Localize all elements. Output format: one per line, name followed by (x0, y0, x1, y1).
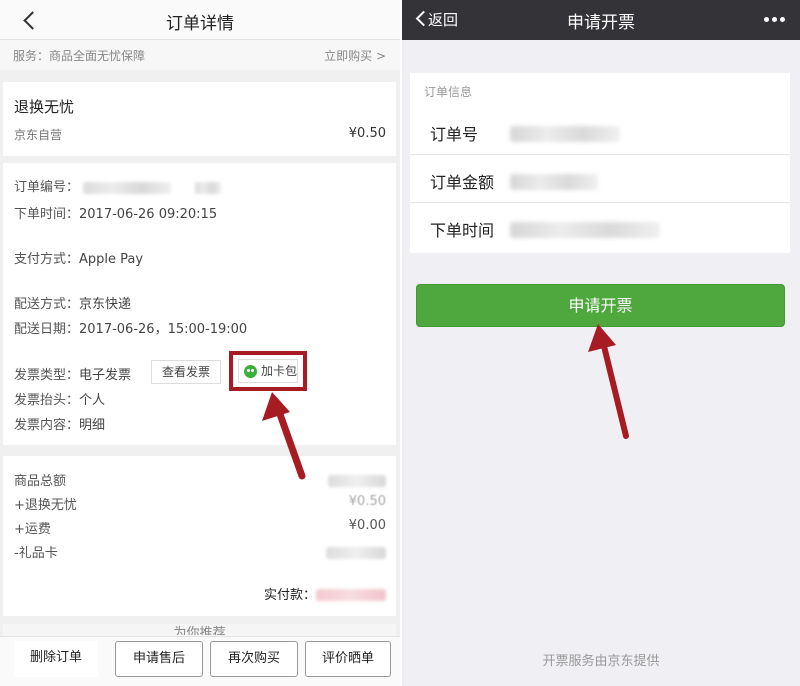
invoice-content-label: 发票内容： (14, 418, 80, 433)
bottom-action-bar: 删除订单 申请售后 再次购买 评价晒单 (0, 636, 400, 686)
order-amount-label: 订单金额 (430, 173, 495, 192)
shipping-fee-value: ¥0.00 (348, 518, 386, 533)
order-time-label: 下单时间 (430, 221, 495, 240)
order-number-redacted (83, 181, 172, 194)
order-number-redacted-2 (195, 181, 222, 194)
shipping-method-value: 京东快递 (79, 297, 132, 312)
invoice-content-row: 发票内容：明细 (14, 414, 105, 433)
order-time-row: 下单时间：2017-06-26 09:20:15 (14, 203, 217, 222)
order-number-row: 订单编号： (14, 176, 222, 195)
product-name: 退换无忧 (14, 98, 75, 116)
service-label: 服务：商品全面无忧保障 (13, 49, 146, 63)
shipping-date-label: 配送日期： (14, 322, 80, 337)
section-label: 订单信息 (424, 85, 473, 99)
invoice-title-row: 发票抬头：个人 (14, 389, 105, 408)
gift-card-redacted (326, 547, 386, 559)
invoice-type-row: 发票类型：电子发票 (14, 364, 131, 383)
invoice-content-value: 明细 (79, 418, 106, 433)
add-to-card-wallet-label: 加卡包 (261, 364, 298, 378)
shipping-date-row: 配送日期：2017-06-26，15:00-19:00 (14, 318, 247, 337)
order-time-label: 下单时间： (14, 207, 80, 222)
order-detail-screen: 订单详情 服务：商品全面无忧保障 立即购买 > 退换无忧 京东自营 ¥0.50 … (0, 0, 400, 686)
provider-note: 开票服务由京东提供 (542, 654, 660, 669)
page-title: 申请开票 (567, 13, 635, 33)
product-price: ¥0.50 (348, 126, 386, 141)
paid-amount-label: 实付款： (263, 588, 316, 603)
return-service-label: +退换无忧 (14, 498, 77, 513)
recommend-strip: 为你推荐 (3, 624, 396, 636)
gift-card-label: -礼品卡 (14, 546, 58, 561)
order-number-label: 订单编号： (14, 180, 80, 195)
nav-bar: 订单详情 (0, 0, 400, 40)
invoice-type-label: 发票类型： (14, 368, 80, 383)
order-number-label: 订单号 (430, 125, 479, 144)
delete-order-button[interactable]: 删除订单 (14, 641, 98, 677)
review-button[interactable]: 评价晒单 (305, 641, 391, 677)
payment-label: 支付方式： (14, 252, 80, 267)
page-title: 订单详情 (166, 14, 234, 34)
order-amount-row: 订单金额 (410, 156, 790, 203)
order-time-value: 2017-06-26 09:20:15 (79, 207, 218, 222)
order-amount-redacted (510, 174, 598, 190)
buy-now-link[interactable]: 立即购买 > (324, 47, 386, 64)
order-number-redacted (510, 126, 620, 142)
view-invoice-button[interactable]: 查看发票 (151, 360, 221, 384)
recommend-title: 为你推荐 (173, 626, 226, 635)
apply-invoice-button[interactable]: 申请开票 (416, 284, 785, 327)
payment-value: Apple Pay (79, 252, 144, 267)
service-bar: 服务：商品全面无忧保障 立即购买 > (0, 40, 400, 70)
add-to-card-wallet-button[interactable]: 加卡包 (238, 359, 298, 383)
payment-row: 支付方式：Apple Pay (14, 248, 143, 267)
rebuy-button[interactable]: 再次购买 (210, 641, 298, 677)
order-info-card: 订单信息 订单号 订单金额 下单时间 (410, 73, 790, 253)
invoice-title-value: 个人 (79, 393, 106, 408)
shop-name: 京东自营 (14, 128, 63, 142)
paid-amount-redacted (316, 589, 386, 601)
product-card[interactable]: 退换无忧 京东自营 ¥0.50 (3, 82, 396, 156)
invoice-title-label: 发票抬头： (14, 393, 80, 408)
goods-total-label: 商品总额 (14, 474, 67, 489)
order-info-card: 订单编号： 下单时间：2017-06-26 09:20:15 支付方式：Appl… (3, 163, 396, 445)
return-service-value: ¥0.50 (348, 494, 386, 509)
apply-invoice-screen: 返回 申请开票 订单信息 订单号 订单金额 下单时间 申请开票 开票服务由京东提… (402, 0, 800, 686)
shipping-method-label: 配送方式： (14, 297, 80, 312)
wechat-icon (244, 365, 257, 378)
apply-after-sale-button[interactable]: 申请售后 (115, 641, 203, 677)
shipping-method-row: 配送方式：京东快递 (14, 293, 131, 312)
wechat-nav-bar: 返回 申请开票 (402, 0, 800, 40)
price-summary-card: 商品总额 +退换无忧 ¥0.50 +运费 ¥0.00 -礼品卡 实付款： (3, 456, 396, 616)
order-number-row: 订单号 (410, 108, 790, 155)
shipping-date-value: 2017-06-26，15:00-19:00 (79, 322, 248, 337)
order-time-row: 下单时间 (410, 204, 790, 251)
order-time-redacted (510, 222, 660, 238)
invoice-type-value: 电子发票 (79, 368, 132, 383)
more-options-icon[interactable] (764, 17, 785, 23)
add-to-card-wallet-highlight: 加卡包 (229, 351, 307, 391)
goods-total-redacted (328, 475, 386, 487)
shipping-fee-label: +运费 (14, 522, 51, 537)
